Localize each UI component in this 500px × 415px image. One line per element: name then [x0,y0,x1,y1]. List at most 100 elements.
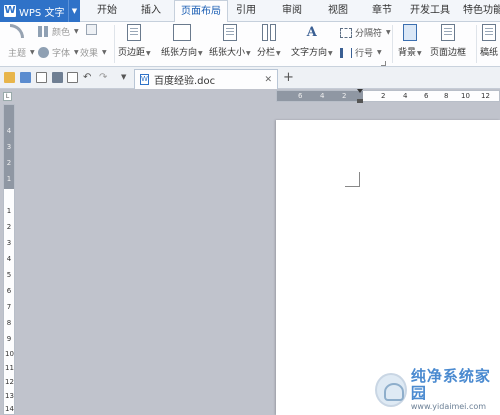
ribbon-divider [114,25,115,63]
breaks-label: 分隔符 [355,29,383,39]
export-pdf-icon[interactable] [36,72,47,83]
theme-button[interactable] [10,24,24,38]
theme-icon [10,24,24,38]
theme-label: 主题 [8,49,27,59]
text-direction-icon: A [306,25,317,40]
ruler-tick-label: 3 [6,239,12,247]
ruler-tick-label: 1 [6,175,12,183]
breaks-icon [340,27,352,38]
first-line-indent-marker[interactable] [357,89,363,93]
margins-button[interactable]: 页边距▼ [118,24,151,58]
orientation-button[interactable]: 纸张方向▼ [161,24,203,58]
tab-references[interactable]: 引用 [230,0,262,22]
undo-icon[interactable]: ↶ [83,72,94,83]
columns-label: 分栏 [257,48,276,58]
breaks-button[interactable]: 分隔符 ▼ [340,26,391,39]
color-icon [38,26,49,37]
ruler-tick-label: 3 [6,143,12,151]
margins-icon [127,24,142,41]
page-setup-dialog-launcher[interactable] [381,61,386,66]
ruler-tick-label: 1 [6,207,12,215]
tab-special[interactable]: 特色功能 [458,0,500,22]
effect-button[interactable]: 效果 ▼ [80,46,107,59]
left-indent-marker[interactable] [357,99,363,103]
new-tab-icon[interactable]: + [283,70,294,86]
font-label: 字体 [52,49,71,59]
color-button[interactable]: 颜色 ▼ [38,25,79,38]
ruler-tick-label: 13 [5,392,14,400]
horizontal-ruler[interactable]: 6 4 2 2 4 6 8 10 12 [276,90,500,102]
ruler-tick-label: 9 [6,335,12,343]
tab-view[interactable]: 视图 [322,0,354,22]
tab-insert[interactable]: 插入 [130,0,172,22]
watermark-title: 纯净系统家园 [410,367,491,402]
page-border-label: 页面边框 [430,48,467,58]
redo-icon[interactable]: ↷ [99,72,110,83]
effect-icon [86,24,97,35]
ruler-tick-label: 8 [444,92,449,100]
ruler-tick-label: 6 [298,92,303,100]
text-direction-label: 文字方向 [291,48,328,58]
orientation-icon [172,24,191,41]
orientation-label: 纸张方向 [161,48,198,58]
vertical-ruler[interactable]: 4 3 2 1 1 2 3 4 5 6 7 8 9 10 11 12 13 14 [3,104,15,415]
close-icon[interactable]: ✕ [264,75,272,85]
ruler-tick-label: 6 [6,287,12,295]
page-border-button[interactable]: 页面边框 [430,24,466,58]
print-preview-icon[interactable] [67,72,78,83]
paper-size-button[interactable]: 纸张大小▼ [209,24,251,58]
ribbon-divider [476,25,477,63]
background-icon [402,24,417,41]
tab-chapter[interactable]: 章节 [366,0,398,22]
font-icon [38,47,49,58]
document-tab[interactable]: 百度经验.doc ✕ [134,69,278,89]
color-label: 颜色 [52,28,71,38]
ruler-tick-label: 8 [6,319,12,327]
open-icon[interactable] [4,72,15,83]
wps-logo-icon: W [4,5,16,17]
ruler-tick-label: 6 [424,92,429,100]
ruler-tick-label: 14 [5,405,14,413]
ruler-toggle-button[interactable]: L [3,92,12,101]
watermark-url: www.yidaimei.com [410,402,487,411]
save-icon[interactable] [20,72,31,83]
manuscript-label: 稿纸 [480,48,499,58]
ruler-tick-label: 4 [6,127,12,135]
theme-label-button[interactable]: 主题 ▼ [8,46,35,59]
font-button[interactable]: 字体 ▼ [38,46,79,59]
manuscript-button[interactable]: 稿纸 [480,24,498,58]
ruler-tick-label: 11 [5,364,14,372]
paper-size-label: 纸张大小 [209,48,246,58]
tab-developer[interactable]: 开发工具 [404,0,456,22]
ribbon-panel: 颜色 ▼ 主题 ▼ 字体 ▼ 效果 ▼ 页边距▼ 纸张方向▼ 纸张大小▼ 分栏▼ A 文… [0,22,500,67]
tab-home[interactable]: 开始 [86,0,128,22]
line-numbers-icon [340,47,352,58]
ruler-tick-label: 10 [5,350,14,358]
ribbon-tab-bar: W WPS 文字 ▼ 开始 插入 页面布局 引用 审阅 视图 章节 开发工具 特… [0,0,500,23]
manuscript-icon [482,24,496,41]
ruler-tick-label: 12 [5,378,14,386]
ruler-tick-label: 2 [6,159,12,167]
quick-access-dropdown-icon[interactable]: ▼ [121,73,126,81]
effect-big-button[interactable] [86,24,97,35]
columns-button[interactable]: 分栏▼ [257,24,281,58]
ruler-tick-label: 2 [381,92,386,100]
line-numbers-label: 行号 [355,49,374,59]
ruler-tick-label: 4 [6,255,12,263]
ruler-tick-label: 5 [6,271,12,279]
app-name: WPS 文字 [19,7,65,19]
chevron-down-icon[interactable]: ▼ [68,0,80,22]
doc-file-icon [140,74,149,85]
app-menu-button[interactable]: W WPS 文字 ▼ [0,0,80,22]
site-watermark: 纯净系统家园 www.yidaimei.com [375,368,500,411]
ruler-tick-label: 4 [320,92,325,100]
tab-page-layout[interactable]: 页面布局 [174,0,228,23]
tab-review[interactable]: 审阅 [276,0,308,22]
watermark-logo-icon [375,372,407,407]
background-button[interactable]: 背景▼ [398,24,422,58]
ruler-tick-label: 12 [481,92,490,100]
ruler-tick-label: 7 [6,303,12,311]
print-icon[interactable] [52,72,63,83]
line-numbers-button[interactable]: 行号 ▼ [340,46,382,59]
text-direction-button[interactable]: A 文字方向▼ [291,24,333,58]
